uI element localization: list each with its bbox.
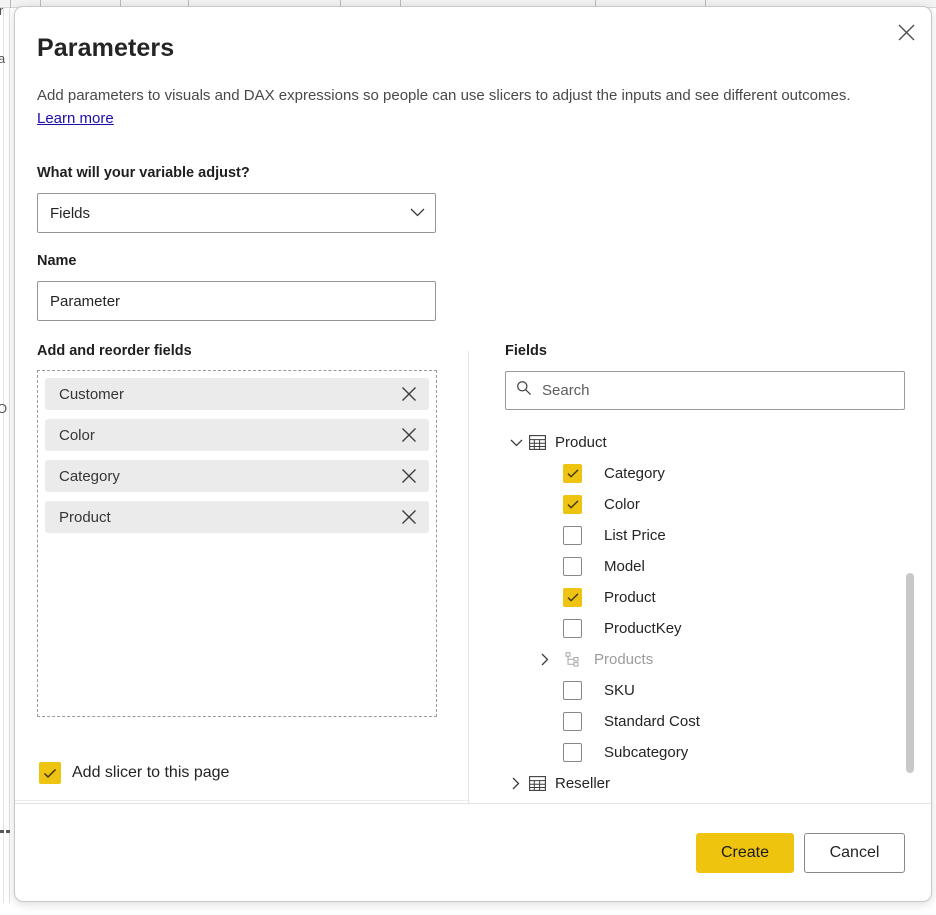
backdrop-vertical-line bbox=[9, 8, 10, 903]
create-button[interactable]: Create bbox=[696, 833, 794, 873]
add-reorder-fields-label: Add and reorder fields bbox=[37, 343, 192, 359]
fields-tree-field-model[interactable]: Model bbox=[505, 551, 915, 582]
fields-tree-field-label: Color bbox=[604, 496, 640, 513]
fields-tree-field-list-price[interactable]: List Price bbox=[505, 520, 915, 551]
table-icon bbox=[527, 435, 547, 450]
fields-tree-field-category[interactable]: Category bbox=[505, 458, 915, 489]
close-icon[interactable] bbox=[395, 421, 423, 449]
panel-divider bbox=[468, 351, 469, 803]
add-slicer-label: Add slicer to this page bbox=[72, 764, 229, 782]
name-label: Name bbox=[37, 253, 77, 269]
fields-tree-field-label: List Price bbox=[604, 527, 666, 544]
fields-tree-field-label: Subcategory bbox=[604, 744, 688, 761]
fields-tree-field-label: Model bbox=[604, 558, 645, 575]
backdrop-mark bbox=[0, 830, 4, 833]
reorder-field-chip[interactable]: Customer bbox=[45, 378, 429, 410]
reorder-fields-dropzone[interactable]: Customer Color Category Product bbox=[37, 370, 437, 717]
close-icon[interactable] bbox=[889, 15, 923, 49]
left-section-divider bbox=[15, 800, 468, 801]
fields-tree-scrollbar[interactable] bbox=[906, 573, 914, 773]
backdrop-text-fragment: r bbox=[0, 4, 3, 17]
fields-tree-field-label: ProductKey bbox=[604, 620, 682, 637]
name-input[interactable] bbox=[37, 281, 436, 321]
fields-tree-field-productkey[interactable]: ProductKey bbox=[505, 613, 915, 644]
variable-adjust-dropdown[interactable]: Fields bbox=[37, 193, 436, 233]
table-icon bbox=[527, 776, 547, 791]
variable-adjust-selected-value: Fields bbox=[50, 205, 410, 222]
backdrop-mark bbox=[6, 830, 10, 833]
fields-tree-field-standard-cost[interactable]: Standard Cost bbox=[505, 706, 915, 737]
variable-adjust-label: What will your variable adjust? bbox=[37, 165, 250, 181]
search-icon bbox=[516, 380, 540, 401]
reorder-field-chip-label: Product bbox=[59, 509, 395, 526]
close-icon[interactable] bbox=[395, 503, 423, 531]
field-checkbox[interactable] bbox=[563, 464, 582, 483]
field-checkbox[interactable] bbox=[563, 588, 582, 607]
field-checkbox[interactable] bbox=[563, 743, 582, 762]
fields-search-box[interactable] bbox=[505, 371, 905, 410]
reorder-field-chip-label: Category bbox=[59, 468, 395, 485]
fields-panel-label: Fields bbox=[505, 343, 547, 359]
fields-tree-field-sku[interactable]: SKU bbox=[505, 675, 915, 706]
reorder-field-chip[interactable]: Category bbox=[45, 460, 429, 492]
field-checkbox[interactable] bbox=[563, 557, 582, 576]
dialog-description-text: Add parameters to visuals and DAX expres… bbox=[37, 87, 851, 104]
chevron-right-icon[interactable] bbox=[533, 644, 557, 675]
cancel-button[interactable]: Cancel bbox=[804, 833, 905, 873]
fields-tree-field-label: Standard Cost bbox=[604, 713, 700, 730]
fields-tree-hierarchy-products[interactable]: Products bbox=[505, 644, 915, 675]
parameters-dialog: Parameters Add parameters to visuals and… bbox=[14, 6, 932, 902]
page-title: Parameters bbox=[37, 34, 174, 63]
fields-tree-field-subcategory[interactable]: Subcategory bbox=[505, 737, 915, 768]
footer-divider bbox=[15, 803, 932, 804]
add-slicer-checkbox[interactable] bbox=[39, 762, 61, 784]
backdrop-text-fragment: a bbox=[0, 52, 5, 65]
hierarchy-icon bbox=[563, 652, 583, 667]
fields-tree-field-label: Category bbox=[604, 465, 665, 482]
reorder-field-chip[interactable]: Color bbox=[45, 419, 429, 451]
chevron-right-icon[interactable] bbox=[505, 768, 527, 799]
fields-tree[interactable]: Product Category Color List Price Model Produ… bbox=[505, 427, 915, 799]
fields-tree-table-reseller[interactable]: Reseller bbox=[505, 768, 915, 799]
fields-tree-table-label: Reseller bbox=[555, 775, 610, 792]
fields-tree-table-label: Product bbox=[555, 434, 607, 451]
close-icon[interactable] bbox=[395, 462, 423, 490]
fields-tree-field-label: Product bbox=[604, 589, 656, 606]
learn-more-link[interactable]: Learn more bbox=[37, 110, 114, 127]
chevron-down-icon[interactable] bbox=[505, 427, 527, 458]
reorder-field-chip[interactable]: Product bbox=[45, 501, 429, 533]
fields-tree-field-color[interactable]: Color bbox=[505, 489, 915, 520]
reorder-field-chip-label: Customer bbox=[59, 386, 395, 403]
dialog-description: Add parameters to visuals and DAX expres… bbox=[37, 85, 862, 130]
reorder-field-chip-label: Color bbox=[59, 427, 395, 444]
field-checkbox[interactable] bbox=[563, 681, 582, 700]
search-input[interactable] bbox=[540, 381, 894, 400]
close-icon[interactable] bbox=[395, 380, 423, 408]
backdrop-vertical-line bbox=[3, 8, 4, 903]
fields-tree-hierarchy-label: Products bbox=[594, 651, 653, 668]
field-checkbox[interactable] bbox=[563, 712, 582, 731]
field-checkbox[interactable] bbox=[563, 619, 582, 638]
fields-tree-table-product[interactable]: Product bbox=[505, 427, 915, 458]
field-checkbox[interactable] bbox=[563, 526, 582, 545]
field-checkbox[interactable] bbox=[563, 495, 582, 514]
ruler-tick bbox=[10, 0, 11, 8]
add-slicer-checkbox-row[interactable]: Add slicer to this page bbox=[39, 762, 229, 784]
chevron-down-icon bbox=[410, 204, 425, 222]
fields-tree-field-product[interactable]: Product bbox=[505, 582, 915, 613]
backdrop-text-fragment: O bbox=[0, 402, 7, 415]
fields-tree-field-label: SKU bbox=[604, 682, 635, 699]
